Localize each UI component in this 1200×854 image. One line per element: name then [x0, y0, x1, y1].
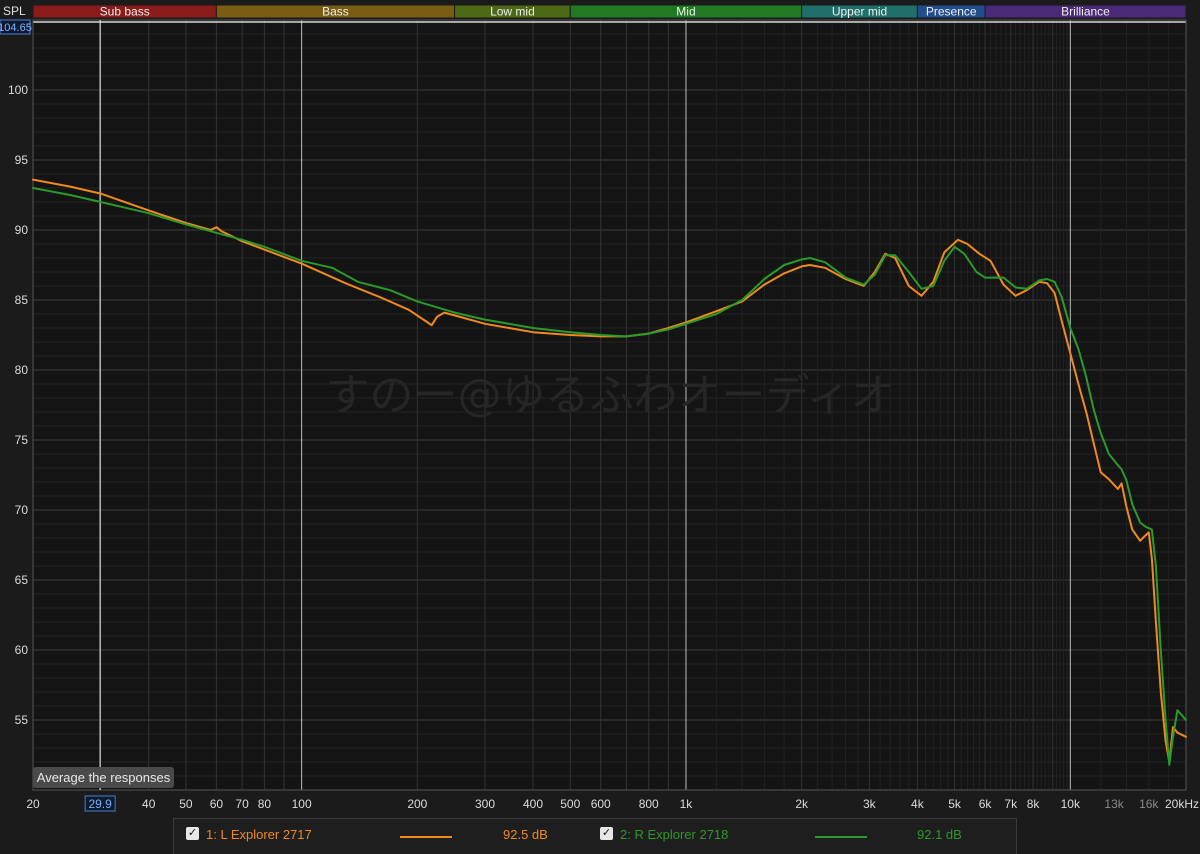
x-tick-label: 80: [258, 797, 272, 811]
series-2-line-swatch: [815, 836, 867, 838]
x-tick-label: 16k: [1139, 797, 1159, 811]
x-tick-label: 20: [26, 797, 40, 811]
x-tick-label: 1k: [680, 797, 694, 811]
series-1-level: 92.5 dB: [503, 827, 548, 842]
x-tick-label: 60: [210, 797, 224, 811]
series-2-checkbox[interactable]: ✓: [600, 827, 613, 840]
cursor-x-readout: 29.9: [88, 797, 112, 811]
y-tick-label: 100: [8, 83, 28, 97]
y-tick-label: 80: [15, 363, 29, 377]
x-tick-label: 100: [292, 797, 312, 811]
y-tick-label: 85: [15, 293, 29, 307]
cursor-y-readout: 104.65: [0, 22, 32, 34]
frequency-response-chart: Sub bass Bass Low mid Mid Upper mid Presence B…: [0, 0, 1200, 853]
x-tick-label: 8k: [1027, 797, 1041, 811]
series-1-label: 1: L Explorer 2717: [206, 827, 312, 842]
x-tick-label: 600: [591, 797, 611, 811]
x-tick-label: 400: [523, 797, 543, 811]
x-tick-label: 3k: [863, 797, 877, 811]
x-tick-label: 10k: [1061, 797, 1081, 811]
watermark: すのー@ゆるふわオーディオ: [326, 370, 895, 421]
y-tick-label: 65: [15, 573, 29, 587]
y-tick-label: 70: [15, 503, 29, 517]
x-tick-label: 2k: [795, 797, 809, 811]
y-tick-label: 55: [15, 713, 29, 727]
series-1-line-swatch: [400, 836, 452, 838]
x-tick-label: 5k: [948, 797, 962, 811]
band-label-4: Upper mid: [832, 5, 887, 19]
x-tick-label: 7k: [1004, 797, 1018, 811]
band-label-2: Low mid: [490, 5, 535, 19]
x-tick-label: 200: [407, 797, 427, 811]
x-tick-label: 70: [235, 797, 249, 811]
y-axis-label: SPL: [3, 4, 26, 18]
series-2-level: 92.1 dB: [917, 827, 962, 842]
y-tick-label: 95: [15, 153, 29, 167]
x-tick-label: 300: [475, 797, 495, 811]
band-label-0: Sub bass: [100, 5, 150, 19]
average-responses-button[interactable]: Average the responses: [33, 767, 174, 788]
y-tick-label: 60: [15, 643, 29, 657]
band-label-1: Bass: [322, 5, 349, 19]
series-2-label: 2: R Explorer 2718: [620, 827, 729, 842]
x-tick-label: 4k: [911, 797, 925, 811]
x-tick-label: 50: [179, 797, 193, 811]
band-label-3: Mid: [676, 5, 695, 19]
x-tick-label: 20kHz: [1165, 797, 1199, 811]
x-tick-label: 500: [560, 797, 580, 811]
y-tick-label: 75: [15, 433, 29, 447]
x-tick-label: 800: [639, 797, 659, 811]
x-tick-label: 13k: [1104, 797, 1124, 811]
band-label-5: Presence: [926, 5, 977, 19]
series-1-checkbox[interactable]: ✓: [186, 827, 199, 840]
x-tick-label: 6k: [979, 797, 993, 811]
x-tick-label: 40: [142, 797, 156, 811]
y-tick-label: 90: [15, 223, 29, 237]
band-label-6: Brilliance: [1061, 5, 1110, 19]
